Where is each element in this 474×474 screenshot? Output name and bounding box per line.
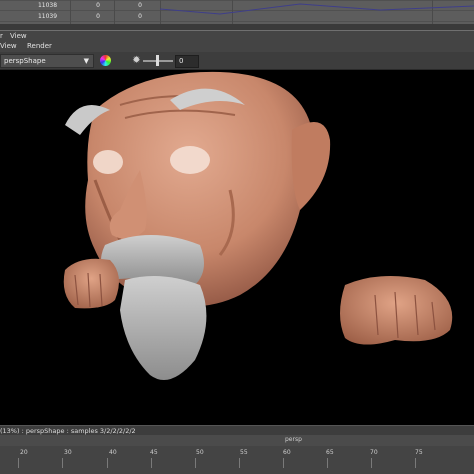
attribute-spreadsheet: 11038 0 0 11039 0 0: [0, 0, 474, 24]
tick: [415, 458, 416, 468]
exposure-field[interactable]: 0: [175, 55, 199, 68]
tick: [239, 458, 240, 468]
tick: [18, 458, 19, 468]
tick-label: 70: [370, 449, 378, 456]
render-toolbar: perspShape ▼ ✹ 0: [0, 52, 474, 70]
time-ruler[interactable]: 20 30 40 45 50 55 60 65 70 75: [0, 446, 474, 474]
camera-dropdown-value: perspShape: [4, 57, 46, 65]
tick-label: 60: [283, 449, 291, 456]
tick: [107, 458, 108, 468]
cell-value[interactable]: 0: [130, 12, 150, 21]
tick-label: 40: [109, 449, 117, 456]
tick: [62, 458, 63, 468]
tick-label: 30: [64, 449, 72, 456]
row-id: 11038: [37, 2, 58, 9]
render-view-menubar: View Render: [0, 40, 474, 52]
tick: [283, 458, 284, 468]
time-range-bar[interactable]: persp: [0, 435, 474, 446]
render-image: [0, 70, 474, 425]
cell-value[interactable]: 0: [88, 1, 108, 10]
time-slider[interactable]: persp 20 30 40 45 50 55 60 65 70 75: [0, 435, 474, 474]
tick-label: 20: [20, 449, 28, 456]
range-label: persp: [285, 436, 302, 443]
tick: [327, 458, 328, 468]
exposure-icon[interactable]: ✹: [131, 55, 142, 66]
tick: [371, 458, 372, 468]
cell-value[interactable]: 0: [130, 1, 150, 10]
menu-render[interactable]: Render: [27, 40, 52, 52]
camera-dropdown[interactable]: perspShape ▼: [0, 54, 94, 68]
row-id: 11039: [37, 13, 58, 20]
tick-label: 45: [150, 449, 158, 456]
tick-label: 65: [326, 449, 334, 456]
tick-label: 55: [240, 449, 248, 456]
color-wheel-icon[interactable]: [100, 55, 111, 66]
tick: [151, 458, 152, 468]
chevron-down-icon: ▼: [83, 57, 89, 65]
tick: [195, 458, 196, 468]
exposure-value: 0: [179, 57, 184, 65]
exposure-slider-handle[interactable]: [156, 55, 159, 66]
tick-label: 75: [415, 449, 423, 456]
curve-graph: [160, 3, 474, 15]
tick-label: 50: [196, 449, 204, 456]
rendered-old-man-image: [63, 71, 453, 380]
menu-view[interactable]: View: [0, 40, 17, 52]
cell-value[interactable]: 0: [88, 12, 108, 21]
